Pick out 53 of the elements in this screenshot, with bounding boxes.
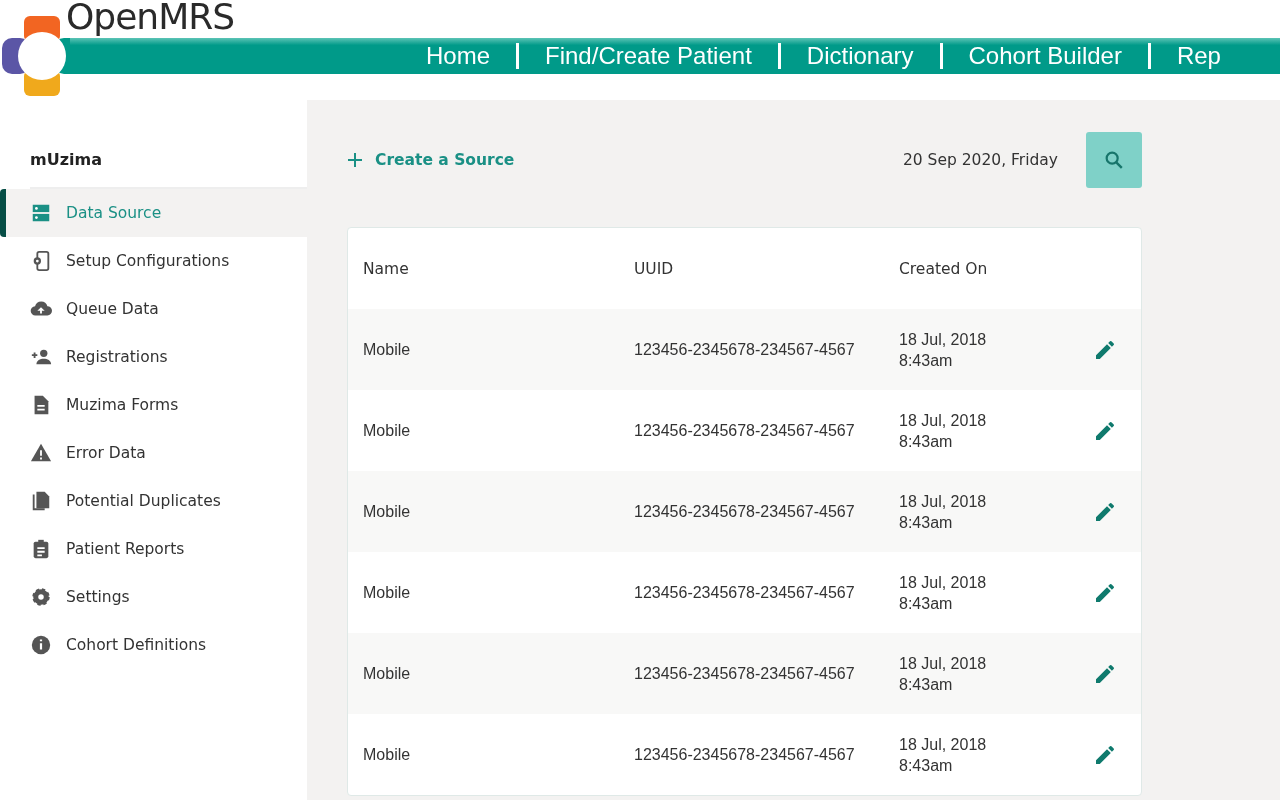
column-header: Created On xyxy=(899,259,989,278)
sidebar-item[interactable]: Cohort Definitions xyxy=(0,621,307,669)
table-cell-text: 8:43am xyxy=(899,755,954,776)
table-cell-text: 8:43am xyxy=(899,674,954,695)
nav-link[interactable]: Rep xyxy=(1147,43,1247,69)
table-cell-text: 8:43am xyxy=(899,593,954,614)
table-cell-text: 18 Jul, 2018 xyxy=(899,491,988,512)
table-cell-text: Mobile xyxy=(363,502,412,521)
brand-name: OpenMRS xyxy=(66,0,235,37)
info-icon xyxy=(30,634,52,656)
table-cell-text: 18 Jul, 2018 xyxy=(899,410,988,431)
table-cell-text: Mobile xyxy=(363,340,412,359)
sidebar-item[interactable]: Queue Data xyxy=(0,285,307,333)
table-cell-text: Mobile xyxy=(363,745,412,764)
column-header: Name xyxy=(363,259,410,278)
sidebar-item[interactable]: Registrations xyxy=(0,333,307,381)
search-button[interactable] xyxy=(1086,132,1142,188)
table-cell-text: 123456-2345678-234567-4567 xyxy=(634,664,856,683)
table-cell-text: 123456-2345678-234567-4567 xyxy=(634,502,856,521)
sidebar-item[interactable]: Data Source xyxy=(0,189,307,237)
nav-link[interactable]: Dictionary xyxy=(777,43,940,69)
nav-link[interactable]: Home xyxy=(400,43,517,69)
copy-icon xyxy=(30,490,52,512)
search-icon xyxy=(1103,149,1125,171)
settings-icon xyxy=(30,586,52,608)
table-cell-text: 8:43am xyxy=(899,350,954,371)
sidebar-item[interactable]: Settings xyxy=(0,573,307,621)
table-cell-text: 18 Jul, 2018 xyxy=(899,572,988,593)
table-cell-text: 18 Jul, 2018 xyxy=(899,329,988,350)
current-date: 20 Sep 2020, Friday xyxy=(902,151,1058,169)
create-source-button[interactable]: Create a Source xyxy=(347,151,515,169)
sidebar-item[interactable]: Muzima Forms xyxy=(0,381,307,429)
sidebar-item[interactable]: Patient Reports xyxy=(0,525,307,573)
table-cell-text: 123456-2345678-234567-4567 xyxy=(634,340,856,359)
data-source-icon xyxy=(30,202,52,224)
sidebar-item[interactable]: Setup Configurations xyxy=(0,237,307,285)
nav-link[interactable]: Cohort Builder xyxy=(939,43,1148,69)
table-cell-text: 123456-2345678-234567-4567 xyxy=(634,745,856,764)
plus-icon xyxy=(347,152,363,168)
table-cell-text: 8:43am xyxy=(899,512,954,533)
sidebar-item[interactable]: Potential Duplicates xyxy=(0,477,307,525)
warning-icon xyxy=(30,442,52,464)
table-cell-text: 18 Jul, 2018 xyxy=(899,734,988,755)
sidebar-item[interactable]: Error Data xyxy=(0,429,307,477)
nav-link[interactable]: Find/Create Patient xyxy=(516,43,778,69)
table-cell-text: Mobile xyxy=(363,421,412,440)
table-cell-text: Mobile xyxy=(363,664,412,683)
table-cell-text: 8:43am xyxy=(899,431,954,452)
table-cell-text: 18 Jul, 2018 xyxy=(899,653,988,674)
table-cell-text: 123456-2345678-234567-4567 xyxy=(634,583,856,602)
table-cell-text: 123456-2345678-234567-4567 xyxy=(634,421,856,440)
table-cell-text: Mobile xyxy=(363,583,412,602)
column-header: UUID xyxy=(634,259,675,278)
